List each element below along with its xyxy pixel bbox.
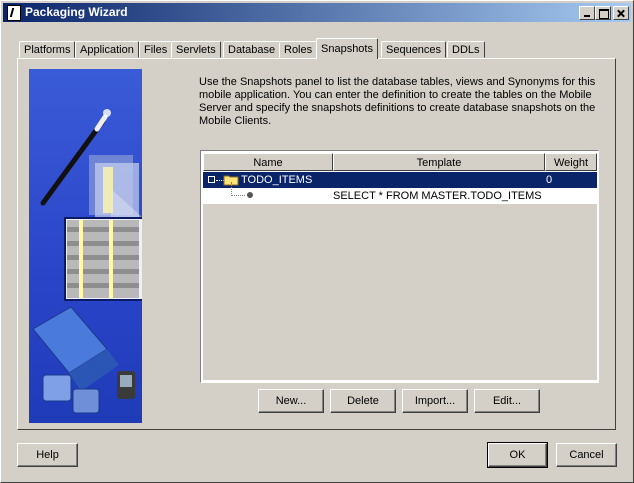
help-button[interactable]: Help (17, 443, 78, 467)
import-button[interactable]: Import... (402, 389, 468, 413)
wizard-illustration (29, 69, 170, 423)
window-title: Packaging Wizard (25, 5, 128, 19)
edit-button[interactable]: Edit... (474, 389, 540, 413)
row-template: SELECT * FROM MASTER.TODO_ITEMS (333, 190, 542, 202)
leaf-node-icon (247, 192, 253, 198)
tree-line (231, 195, 245, 196)
tab-roles[interactable]: Roles (279, 41, 318, 58)
table-empty-area (203, 204, 597, 380)
snapshots-table[interactable]: Name Template Weight TODO_ITEMS 0 SELECT… (200, 150, 599, 383)
delete-button[interactable]: Delete (330, 389, 396, 413)
row-weight: 0 (546, 174, 553, 186)
tab-snapshots[interactable]: Snapshots (316, 38, 378, 59)
column-header-template[interactable]: Template (333, 153, 545, 171)
close-button[interactable] (613, 6, 629, 20)
tab-sequences[interactable]: Sequences (381, 41, 447, 58)
tab-application[interactable]: Application (75, 41, 139, 58)
table-row[interactable]: SELECT * FROM MASTER.TODO_ITEMS (203, 182, 597, 204)
tab-ddls[interactable]: DDLs (447, 41, 485, 58)
tab-servlets[interactable]: Servlets (171, 41, 221, 58)
panel-description: Use the Snapshots panel to list the data… (199, 76, 596, 127)
minimize-button[interactable] (579, 6, 595, 20)
new-button[interactable]: New... (258, 389, 324, 413)
table-row[interactable]: TODO_ITEMS 0 (203, 172, 597, 188)
expand-icon[interactable] (208, 176, 215, 183)
tree-line (231, 182, 232, 196)
tab-files[interactable]: Files (139, 41, 173, 58)
ok-button[interactable]: OK (487, 442, 548, 468)
wizard-art-icon (32, 109, 170, 414)
cancel-button[interactable]: Cancel (556, 443, 617, 467)
row-name: TODO_ITEMS (241, 174, 313, 186)
title-bar[interactable]: Packaging Wizard (3, 3, 631, 22)
column-header-name[interactable]: Name (203, 153, 333, 171)
tab-platforms[interactable]: Platforms (19, 41, 76, 58)
tab-database[interactable]: Database (223, 41, 281, 58)
maximize-button[interactable] (595, 6, 611, 20)
app-icon (7, 5, 21, 21)
column-header-weight[interactable]: Weight (545, 153, 597, 171)
